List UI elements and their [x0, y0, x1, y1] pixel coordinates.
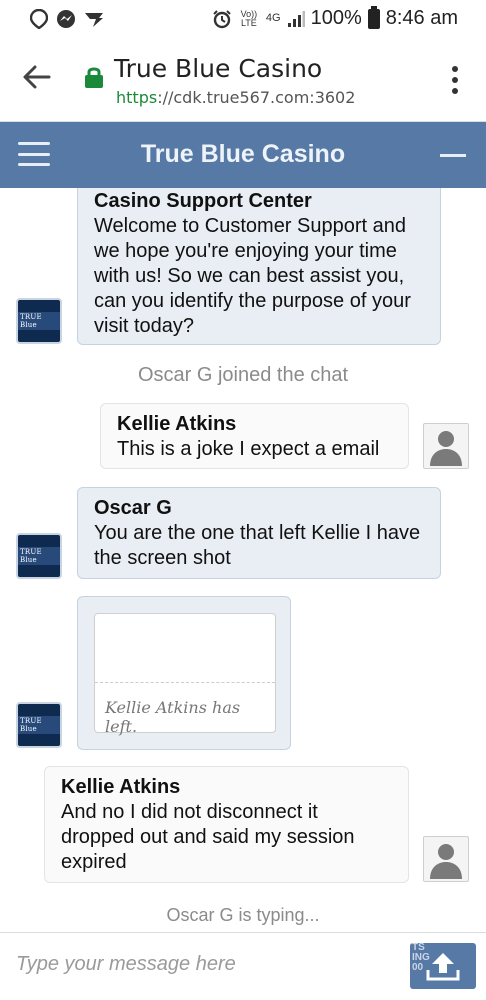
message-text: Welcome to Customer Support and we hope …: [94, 215, 411, 337]
agent-avatar: TRUE Blue: [16, 702, 62, 748]
browser-page-title: True Blue Casino: [114, 54, 323, 83]
agent-avatar: TRUE Blue: [16, 533, 62, 579]
alarm-icon: [213, 9, 231, 28]
status-notification-icons: [30, 9, 104, 29]
avatar-logo-text: TRUE Blue: [18, 716, 60, 734]
avatar-logo-text: TRUE Blue: [18, 547, 60, 565]
url-host: ://cdk.true567.com:3602: [157, 88, 356, 107]
send-button[interactable]: TS ING 00: [410, 943, 476, 989]
messenger-icon: [57, 10, 75, 28]
volte-indicator: Vo)) LTE: [240, 8, 258, 28]
network-type: 4G: [265, 12, 281, 24]
chat-transcript[interactable]: Casino Support Center Welcome to Custome…: [0, 188, 486, 932]
system-card: Kellie Atkins has left.: [77, 596, 291, 750]
minimize-icon[interactable]: [440, 154, 466, 157]
browser-url[interactable]: https://cdk.true567.com:3602: [116, 88, 355, 107]
user-avatar: [423, 836, 469, 882]
message-sender: Kellie Atkins: [117, 413, 237, 435]
battery-icon: [367, 5, 380, 29]
message-text: And no I did not disconnect it dropped o…: [61, 801, 355, 873]
message-composer: TS ING 00: [0, 932, 486, 1000]
person-silhouette-icon: [430, 431, 462, 466]
system-card-inner: Kellie Atkins has left.: [94, 613, 276, 736]
message-sender: Kellie Atkins: [61, 776, 181, 798]
chat-title: True Blue Casino: [140, 140, 346, 168]
system-message-left: Kellie Atkins has left.: [105, 698, 241, 736]
chat-header: True Blue Casino: [0, 122, 486, 188]
message-text: This is a joke I expect a email: [117, 438, 380, 460]
agent-avatar: TRUE Blue: [16, 298, 62, 344]
divider: [95, 682, 275, 683]
clock: 8:46 am: [385, 7, 458, 29]
battery-percent: 100%: [310, 7, 362, 29]
status-system-icons: Vo)) LTE 4G 100% 8:46 am: [212, 5, 458, 30]
avatar-logo-text: TRUE Blue: [18, 312, 60, 330]
message-sender: Oscar G: [94, 497, 172, 519]
lock-icon: [85, 67, 103, 88]
browser-toolbar: True Blue Casino https://cdk.true567.com…: [0, 38, 486, 122]
message-bubble: Oscar G You are the one that left Kellie…: [77, 487, 441, 579]
status-bar: Vo)) LTE 4G 100% 8:46 am: [0, 0, 486, 38]
message-text: You are the one that left Kellie I have …: [94, 522, 421, 569]
message-bubble: Kellie Atkins And no I did not disconnec…: [44, 766, 409, 883]
message-bubble: Casino Support Center Welcome to Custome…: [77, 188, 441, 345]
more-options-icon[interactable]: [452, 66, 460, 94]
location-pin-icon: [30, 9, 48, 29]
app-notification-icon: [85, 13, 103, 27]
upload-icon: [426, 953, 460, 981]
message-bubble: Kellie Atkins This is a joke I expect a …: [100, 403, 409, 469]
back-arrow-icon[interactable]: [22, 62, 52, 92]
message-input[interactable]: [16, 947, 396, 981]
person-silhouette-icon: [430, 844, 462, 879]
url-scheme: https: [116, 88, 158, 107]
signal-strength-icon: [287, 10, 305, 27]
typing-indicator: Oscar G is typing...: [166, 905, 320, 925]
system-message-joined: Oscar G joined the chat: [137, 364, 349, 386]
message-sender: Casino Support Center: [94, 190, 312, 212]
user-avatar: [423, 423, 469, 469]
